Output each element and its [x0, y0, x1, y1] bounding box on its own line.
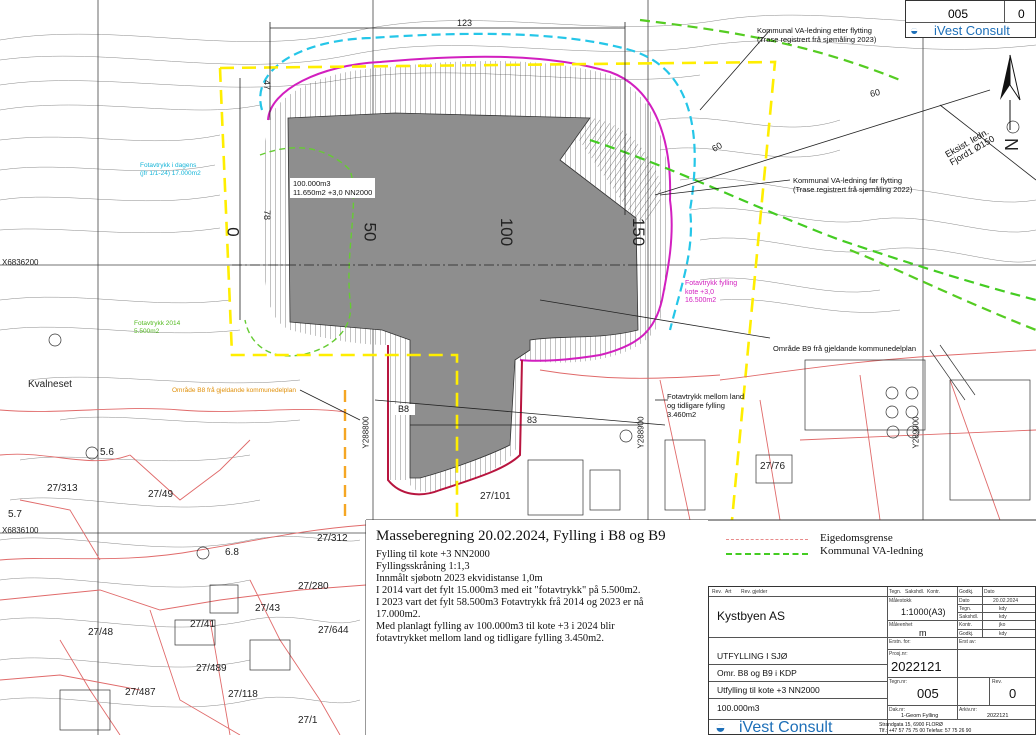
- footprint-2014-annotation: Fotavtrykk 2014 5.500m2: [134, 320, 181, 335]
- top-company-name: iVest Consult: [934, 23, 1010, 38]
- dimension-left-height-a: 47: [262, 79, 273, 91]
- area-b9-annotation: Område B9 frå gjeldande kommunedelplan: [773, 344, 917, 353]
- northing-label-lower: X6836100: [2, 526, 39, 535]
- project-line: 100.000m3: [717, 703, 760, 713]
- scale-value: 1:1000(A3): [901, 607, 946, 617]
- top-revision: 0: [1018, 7, 1025, 21]
- chainage-0: 0: [223, 227, 243, 237]
- header-art: Art: [725, 589, 732, 595]
- header-sakshdl: Sakshdl.: [905, 589, 925, 595]
- parcel-label: 27/313: [47, 483, 78, 494]
- company-logo-icon: ◒: [715, 717, 726, 735]
- place-name-kvalneset: Kvalneset: [28, 379, 72, 390]
- parcel-label: 27/489: [196, 663, 227, 674]
- notes-line: Innmålt sjøbotn 2023 ekvidistanse 1,0m: [376, 573, 543, 584]
- north-arrow: [1000, 54, 1021, 130]
- northing-label-upper: X6836200: [2, 258, 39, 267]
- project-line: Omr. B8 og B9 i KDP: [717, 668, 797, 678]
- parcel-label: 27/101: [480, 491, 511, 502]
- project-number: 2022121: [891, 659, 942, 674]
- legend-item-va: Kommunal VA-ledning: [820, 545, 924, 557]
- parcel-label: 27/41: [190, 619, 216, 630]
- legend: Eigedomsgrense Kommunal VA-ledning: [708, 528, 1036, 578]
- notes-line: Fylling til kote +3 NN2000: [376, 549, 490, 560]
- footprint-today-annotation: Fotavtrykk i dagens (jfr 1/1-24) 17.000m…: [140, 162, 201, 177]
- chainage-100: 100: [497, 217, 517, 247]
- parcel-label: 27/280: [298, 581, 329, 592]
- elevation-label: 6.8: [225, 547, 239, 558]
- dimension-left-height-b: 78: [262, 209, 273, 221]
- va-after-annotation: Kommunal VA-ledning etter flytting (Tras…: [757, 26, 877, 44]
- b8-label: B8: [392, 404, 416, 415]
- footprint-between-annotation: Fotavtrykk mellom land og tidligare fyll…: [667, 392, 745, 419]
- side-value: jko: [999, 622, 1006, 628]
- archive-label: Arkiv.nr:: [959, 707, 977, 713]
- parcel-label: 27/76: [760, 461, 786, 472]
- company-name: iVest Consult: [739, 719, 833, 735]
- notes-line: I 2014 vart det fylt 15.000m3 med eit "f…: [376, 585, 641, 596]
- parcel-label: 27/487: [125, 687, 156, 698]
- map-viewer: X6836200 X6836100 Y288800 Y288900 Y28900…: [0, 0, 1036, 735]
- notes-line: fotavtrykket mellom land og tidligare fy…: [376, 633, 604, 644]
- client-name: Kystbyen AS: [717, 609, 786, 623]
- title-block: Rev. Art Rev. gjelder Tegn. Sakshdl. Kon…: [708, 586, 1036, 735]
- project-no-label: Prosj.nr:: [889, 651, 908, 657]
- parcel-label: 27/43: [255, 603, 281, 614]
- dimension-bottom-width: 83: [527, 415, 538, 425]
- header-rev-gjelder: Rev. gjelder: [741, 589, 768, 595]
- easting-label-far: Y289000: [911, 416, 921, 449]
- va-before-annotation: Kommunal VA-ledning før flytting (Trase …: [793, 176, 913, 194]
- elevation-label: 5.6: [100, 447, 114, 458]
- company-address: Strandgata 15, 6900 FLORØ Tlf.: +47 57 7…: [879, 722, 972, 734]
- unit-label: Måleenhet: [889, 622, 913, 628]
- header-dato: Dato: [984, 589, 995, 595]
- notes-line: I 2023 vart det fylt 58.500m3 Fotavtrykk…: [376, 597, 644, 608]
- legend-swatch-va: [726, 553, 808, 555]
- north-label: N: [1001, 138, 1021, 151]
- header-godkj: Godkj.: [959, 589, 974, 595]
- dimension-top-width: 123: [457, 18, 473, 28]
- legend-item-property: Eigedomsgrense: [820, 532, 893, 544]
- revision-number: 0: [1009, 686, 1017, 701]
- top-title-block: 005 0 ◒ iVest Consult: [905, 0, 1036, 38]
- notes-title: Masseberegning 20.02.2024, Fylling i B8 …: [376, 528, 666, 544]
- parcel-label: 27/312: [317, 533, 348, 544]
- elevation-label: 5.7: [8, 509, 22, 520]
- volume-annotation: 100.000m3 11.650m2 +3,0 NN2000: [290, 178, 376, 198]
- side-label: Kontr.: [959, 622, 973, 628]
- area-b8-annotation: Område B8 frå gjeldande kommunedelplan: [172, 387, 296, 394]
- chainage-50: 50: [360, 222, 380, 242]
- scale-label: Målestokk: [889, 598, 912, 604]
- header-kontr: Kontr.: [927, 589, 941, 595]
- notes-line: Fyllingsskråning 1:1,3: [376, 561, 470, 572]
- top-company-logo-icon: ◒: [910, 22, 919, 38]
- drawing-number: 005: [917, 686, 939, 701]
- rev-label: Rev.: [992, 679, 1002, 685]
- erstattet-label: Erst av:: [959, 639, 976, 645]
- notes-line: 17.000m2.: [376, 609, 421, 620]
- project-line: Utfylling til kote +3 NN2000: [717, 685, 820, 695]
- parcel-label: 27/644: [318, 625, 349, 636]
- parcel-label: 27/49: [148, 489, 174, 500]
- easting-label-left: Y288800: [361, 416, 371, 449]
- header-tegn: Tegn.: [889, 589, 902, 595]
- project-line: UTFYLLING I SJØ: [717, 651, 788, 661]
- chainage-150: 150: [629, 217, 649, 247]
- top-drawing-number: 005: [948, 7, 969, 21]
- dimension-60-upper: 60: [869, 87, 881, 99]
- notes-panel: Masseberegning 20.02.2024, Fylling i B8 …: [366, 520, 708, 735]
- footprint-fill-annotation: Fotavtrykk fylling kote +3,0 16.500m2: [685, 280, 738, 304]
- notes-line: Med planlagt fylling av 100.000m3 til ko…: [376, 621, 615, 632]
- parcel-label: 27/118: [228, 689, 258, 700]
- parcel-label: 27/48: [88, 627, 114, 638]
- parcel-label: 27/1: [298, 715, 318, 726]
- drawing-no-label: Tegn.nr:: [889, 679, 908, 685]
- erstatter-label: Erstn. for:: [889, 639, 911, 645]
- easting-label-right: Y288900: [636, 416, 646, 449]
- header-rev: Rev.: [712, 589, 722, 595]
- legend-swatch-property: [726, 539, 808, 540]
